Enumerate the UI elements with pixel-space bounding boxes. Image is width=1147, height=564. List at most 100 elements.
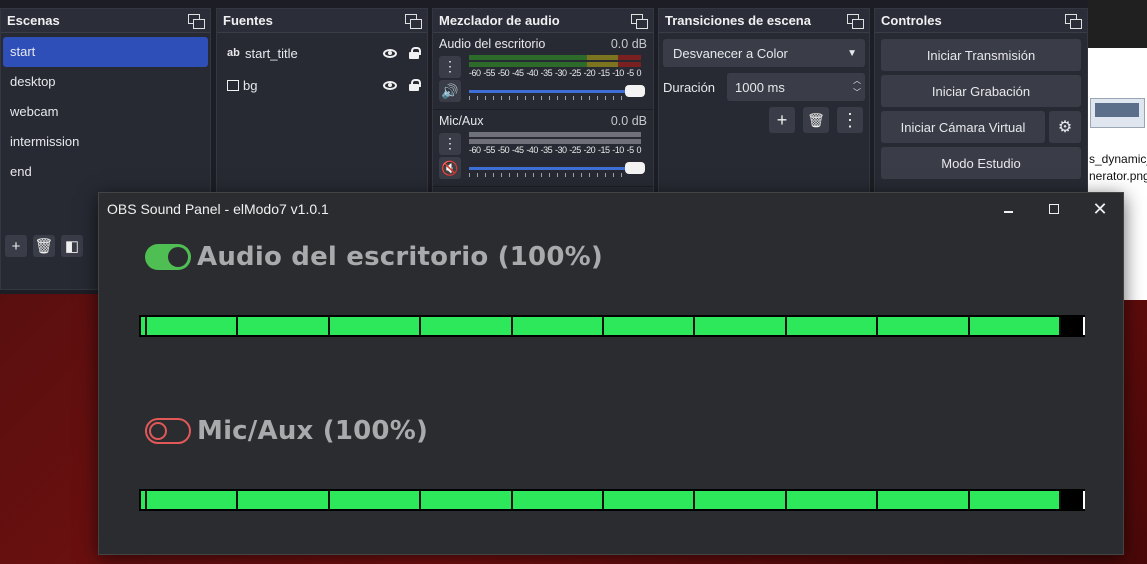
source-name: start_title [245,45,298,61]
start-stream-button[interactable]: Iniciar Transmisión [881,39,1081,71]
maximize-button[interactable] [1031,193,1077,225]
maximize-icon [1049,204,1059,214]
mic-audio-meter [139,489,1085,511]
scene-item-intermission[interactable]: intermission [3,127,208,157]
scene-item-start[interactable]: start [3,37,208,67]
transitions-dock-header: Transiciones de escena [659,9,869,33]
speaker-icon: 🔊 [441,82,459,99]
chevron-down-icon: ▼ [847,47,857,59]
trash-icon: 🗑 [34,238,54,255]
duration-value: 1000 ms [735,79,785,95]
kebab-icon: ⋮ [443,135,457,151]
scene-toolbar: + 🗑 ◧ [5,235,83,257]
mixer-dock-header: Mezclador de audio [433,9,653,33]
file-name-line1: s_dynamic_ [1089,152,1147,166]
close-icon: ✕ [1092,198,1108,219]
scene-item-end[interactable]: end [3,157,208,187]
plus-icon: + [11,237,21,255]
mixer-dock-title: Mezclador de audio [439,13,560,28]
undock-icon[interactable] [631,13,648,29]
image-source-icon [227,79,239,91]
channel-menu-button[interactable]: ⋮ [439,55,461,78]
controls-dock-header: Controles [875,9,1087,33]
slider-handle[interactable] [625,162,645,174]
virtual-camera-settings-button[interactable]: ⚙ [1049,111,1081,143]
lock-icon[interactable] [409,79,421,91]
volume-meter: -60 -55 -50 -45 -40 -35 -30 -25 -20 -15 -10 -5 0 [469,132,641,155]
remove-scene-button[interactable]: 🗑 [33,235,55,257]
lock-icon[interactable] [409,47,421,59]
add-transition-button[interactable]: + [769,107,795,133]
mixer-channel-desktop: Audio del escritorio 0.0 dB ⋮ -60 -55 -50-… [433,33,653,110]
desktop-audio-toggle[interactable] [145,244,191,270]
transition-menu-button[interactable]: ⋮ [837,107,863,133]
desktop-audio-label: Audio del escritorio (100%) [197,242,603,272]
volume-slider[interactable] [469,80,645,102]
scenes-dock-header: Escenas [1,9,210,33]
remove-transition-button[interactable]: 🗑 [803,107,829,133]
channel-name: Mic/Aux [439,114,484,128]
chevron-up-icon[interactable]: ︿ [853,75,861,87]
scene-filters-button[interactable]: ◧ [61,235,83,257]
audio-source-mic: Mic/Aux (100%) [139,413,1085,511]
speaker-muted-icon: 🔇 [441,159,459,176]
duration-input[interactable]: 1000 ms ︿ ﹀ [727,73,865,101]
scene-list: start desktop webcam intermission end [1,33,210,191]
volume-slider[interactable] [469,157,645,179]
plus-icon: + [776,109,788,130]
mixer-channel-mic: Mic/Aux 0.0 dB ⋮ -60 -55 -50 -45 -40 -35 -30 -2… [433,110,653,187]
undock-icon[interactable] [1065,13,1082,29]
visibility-eye-icon[interactable] [383,80,397,90]
chevron-down-icon[interactable]: ﹀ [853,87,861,99]
mute-button[interactable]: 🔇 [439,157,461,179]
source-item-bg[interactable]: bg [217,69,427,101]
duration-label: Duración [663,79,716,95]
meter-ticks: -60 -55 -50 -45 -40 -35 -30 -25 -20 -15 -10 -5 0 [469,68,641,78]
scene-item-desktop[interactable]: desktop [3,67,208,97]
minimize-button[interactable] [985,193,1031,225]
visibility-eye-icon[interactable] [383,48,397,58]
transitions-dock-title: Transiciones de escena [665,13,811,28]
mic-audio-toggle[interactable] [145,418,191,444]
undock-icon[interactable] [847,13,864,29]
file-name-line2: nerator.png [1089,169,1147,183]
audio-source-desktop: Audio del escritorio (100%) [139,239,1085,337]
studio-mode-button[interactable]: Modo Estudio [881,147,1081,179]
start-recording-button[interactable]: Iniciar Grabación [881,75,1081,107]
filter-icon: ◧ [64,238,80,255]
channel-name: Audio del escritorio [439,37,546,51]
close-button[interactable]: ✕ [1077,193,1123,225]
kebab-icon: ⋮ [841,109,859,130]
virtual-camera-button[interactable]: Iniciar Cámara Virtual [881,111,1045,143]
duration-spinner[interactable]: ︿ ﹀ [853,75,861,99]
sources-dock-title: Fuentes [223,13,273,28]
desktop-audio-meter [139,315,1085,337]
sound-panel-titlebar[interactable]: OBS Sound Panel - elModo7 v1.0.1 ✕ [99,193,1123,225]
undock-icon[interactable] [405,13,422,29]
meter-ticks: -60 -55 -50 -45 -40 -35 -30 -25 -20 -15 -10 -5 0 [469,145,641,155]
mute-button[interactable]: 🔊 [439,80,461,102]
source-name: bg [243,77,258,93]
channel-db: 0.0 dB [610,114,647,128]
sources-dock-header: Fuentes [217,9,427,33]
file-thumbnail[interactable] [1090,98,1145,128]
gear-icon: ⚙ [1057,119,1073,136]
mic-audio-label: Mic/Aux (100%) [197,416,429,446]
scenes-dock-title: Escenas [7,13,60,28]
text-source-icon: ab [227,47,240,59]
source-item-start-title[interactable]: ab start_title [217,37,427,69]
slider-handle[interactable] [625,85,645,97]
add-scene-button[interactable]: + [5,235,27,257]
sound-panel-window: OBS Sound Panel - elModo7 v1.0.1 ✕ Audio… [98,192,1124,555]
undock-icon[interactable] [188,13,205,29]
controls-dock-title: Controles [881,13,942,28]
channel-menu-button[interactable]: ⋮ [439,132,461,155]
transition-select[interactable]: Desvanecer a Color ▼ [663,39,865,67]
background-window-bar [1088,0,1147,48]
minimize-icon [1003,211,1013,213]
channel-db: 0.0 dB [610,37,647,51]
transition-selected: Desvanecer a Color [673,45,788,61]
kebab-icon: ⋮ [443,58,457,74]
scene-item-webcam[interactable]: webcam [3,97,208,127]
volume-meter: -60 -55 -50 -45 -40 -35 -30 -25 -20 -15 -10 -5 0 [469,55,641,78]
